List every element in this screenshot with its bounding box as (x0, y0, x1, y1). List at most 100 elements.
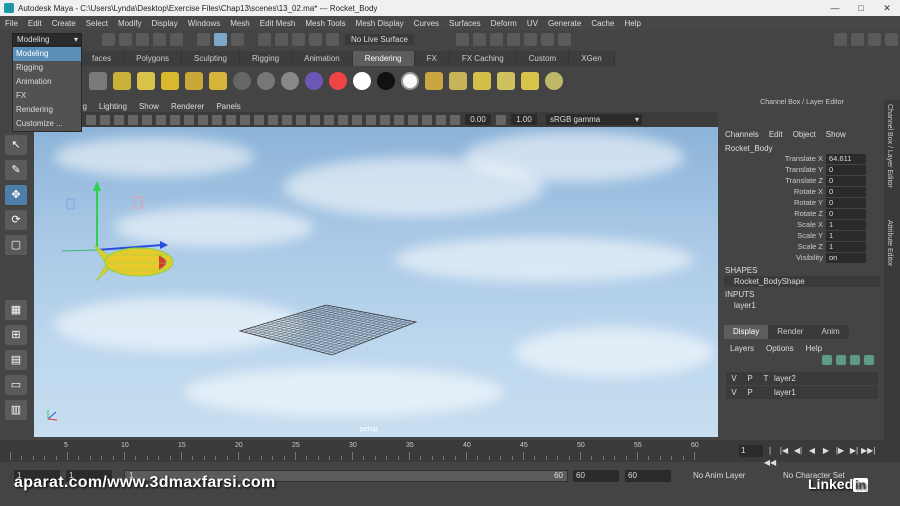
ramp-shader-icon[interactable] (329, 72, 347, 90)
attr-value[interactable]: 0 (826, 197, 866, 208)
attr-value[interactable]: 0 (826, 186, 866, 197)
menu-set-rendering[interactable]: Rendering (13, 103, 81, 117)
panel-menu-panels[interactable]: Panels (210, 102, 246, 111)
minimize-button[interactable]: — (822, 0, 848, 16)
render-current-icon[interactable] (449, 72, 467, 90)
area-light-icon[interactable] (161, 72, 179, 90)
toggle-channel-box-icon[interactable] (851, 32, 864, 46)
gamma-icon[interactable] (496, 114, 506, 125)
menu-modify[interactable]: Modify (113, 19, 147, 28)
camera-icon[interactable] (89, 72, 107, 90)
hypershade-icon[interactable] (523, 32, 537, 46)
menu-uv[interactable]: UV (522, 19, 543, 28)
rotate-tool-icon[interactable]: ⟳ (5, 210, 27, 230)
menu-set-modeling[interactable]: Modeling (13, 47, 81, 61)
attr-label[interactable]: Visibility (720, 253, 826, 262)
select-component-icon[interactable] (231, 32, 244, 46)
layer-playback-toggle[interactable]: P (742, 388, 758, 397)
hypershade-shelf-icon[interactable] (545, 72, 563, 90)
xray-active-icon[interactable] (408, 114, 418, 125)
grid-toggle-icon[interactable] (128, 114, 138, 125)
attr-value[interactable]: 0 (826, 208, 866, 219)
select-hierarchy-icon[interactable] (197, 32, 210, 46)
wireframe-on-shaded-icon[interactable] (268, 114, 278, 125)
attr-value[interactable]: 1 (826, 230, 866, 241)
animation-end-field[interactable]: 60 (625, 470, 671, 482)
open-scene-icon[interactable] (119, 32, 132, 46)
directional-light-icon[interactable] (209, 72, 227, 90)
snap-curve-icon[interactable] (275, 32, 288, 46)
four-view-layout-icon[interactable]: ⊞ (5, 325, 27, 345)
gate-mask-icon[interactable] (170, 114, 180, 125)
undo-icon[interactable] (153, 32, 166, 46)
wireframe-icon[interactable] (226, 114, 236, 125)
save-scene-icon[interactable] (136, 32, 149, 46)
menu-edit[interactable]: Edit (23, 19, 47, 28)
panel-menu-renderer[interactable]: Renderer (165, 102, 210, 111)
scale-tool-icon[interactable]: ▢ (5, 235, 27, 255)
phong-icon[interactable] (281, 72, 299, 90)
menu-file[interactable]: File (0, 19, 23, 28)
black-material-icon[interactable] (377, 72, 395, 90)
graph-editor-layout-icon[interactable]: ▭ (5, 375, 27, 395)
layer-name[interactable]: layer1 (774, 388, 796, 397)
shape-node-item[interactable]: Rocket_BodyShape (724, 276, 880, 287)
attr-label[interactable]: Translate Y (720, 165, 826, 174)
bookmark-icon[interactable] (100, 114, 110, 125)
menu-select[interactable]: Select (81, 19, 113, 28)
render-settings-shelf-icon[interactable] (521, 72, 539, 90)
point-light-icon[interactable] (137, 72, 155, 90)
shelf-tab-fx[interactable]: FX (414, 51, 450, 66)
menu-cache[interactable]: Cache (586, 19, 619, 28)
menu-mesh[interactable]: Mesh (225, 19, 255, 28)
input-node-item[interactable]: layer1 (724, 300, 880, 311)
smooth-shade-icon[interactable] (240, 114, 250, 125)
step-forward-frame-button[interactable]: |▶ (833, 445, 847, 457)
maximize-button[interactable]: □ (848, 0, 874, 16)
depth-of-field-icon[interactable] (366, 114, 376, 125)
attr-label[interactable]: Rotate Y (720, 198, 826, 207)
outliner-layout-icon[interactable]: ▥ (5, 400, 27, 420)
attr-label[interactable]: Rotate X (720, 187, 826, 196)
resolution-gate-icon[interactable] (156, 114, 166, 125)
attr-label[interactable]: Scale X (720, 220, 826, 229)
side-tab-attribute-editor[interactable]: Attribute Editor (886, 220, 893, 266)
move-tool-icon[interactable]: ✥ (5, 185, 27, 205)
menu-set-fx[interactable]: FX (13, 89, 81, 103)
layer-display-type-toggle[interactable]: T (758, 374, 774, 383)
layer-visibility-toggle[interactable]: V (726, 388, 742, 397)
channel-menu-channels[interactable]: Channels (720, 130, 764, 139)
layer-menu-layers[interactable]: Layers (724, 344, 760, 353)
make-live-icon[interactable] (326, 32, 339, 46)
attr-value[interactable]: 64.611 (826, 153, 866, 164)
move-layer-down-icon[interactable] (836, 355, 846, 365)
attr-label[interactable]: Translate X (720, 154, 826, 163)
batch-render-icon[interactable] (497, 72, 515, 90)
single-perspective-layout-icon[interactable]: ▦ (5, 300, 27, 320)
menu-mesh-tools[interactable]: Mesh Tools (300, 19, 350, 28)
layer-row[interactable]: V P T layer2 (726, 372, 878, 385)
menu-deform[interactable]: Deform (486, 19, 522, 28)
shelf-tab-animation[interactable]: Animation (292, 51, 353, 66)
lasso-tool-icon[interactable]: ✎ (5, 160, 27, 180)
camera-attributes-icon[interactable] (86, 114, 96, 125)
ipr-shelf-icon[interactable] (473, 72, 491, 90)
light-editor-icon[interactable] (557, 32, 571, 46)
screen-space-ao-icon[interactable] (324, 114, 334, 125)
isolate-select-icon[interactable] (380, 114, 390, 125)
snap-grid-icon[interactable] (258, 32, 271, 46)
channel-menu-object[interactable]: Object (788, 130, 821, 139)
layer-name[interactable]: layer2 (774, 374, 796, 383)
menu-display[interactable]: Display (147, 19, 183, 28)
toggle-attribute-editor-icon[interactable] (868, 32, 881, 46)
layer-playback-toggle[interactable]: P (742, 374, 758, 383)
attr-label[interactable]: Rotate Z (720, 209, 826, 218)
view-transform-select[interactable]: sRGB gamma (546, 114, 642, 125)
backface-culling-icon[interactable] (436, 114, 446, 125)
move-layer-up-icon[interactable] (822, 355, 832, 365)
volume-light-icon[interactable] (185, 72, 203, 90)
layer-menu-help[interactable]: Help (800, 344, 828, 353)
persp-outliner-layout-icon[interactable]: ▤ (5, 350, 27, 370)
select-object-icon[interactable] (214, 32, 227, 46)
attr-value[interactable]: 0 (826, 164, 866, 175)
